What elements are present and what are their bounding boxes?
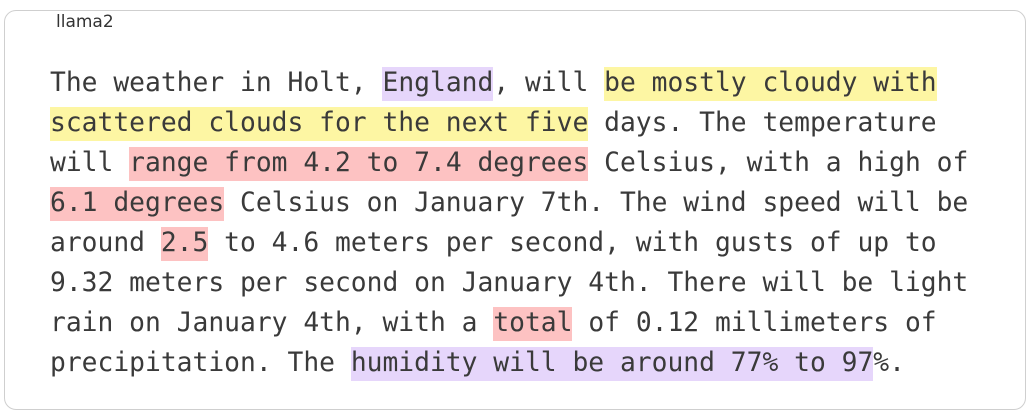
- text-segment: Celsius, with a high of: [588, 148, 969, 178]
- text-segment: , will: [493, 68, 605, 98]
- text-segment: %.: [873, 348, 905, 378]
- highlight-wind-speed: 2.5: [160, 227, 209, 261]
- card-label: llama2: [51, 12, 119, 32]
- highlight-humidity: humidity will be around 77% to 97: [350, 347, 874, 381]
- llama2-output-card: llama2 The weather in Holt, England, wil…: [4, 10, 1026, 410]
- highlight-location: England: [382, 67, 494, 101]
- highlight-total: total: [493, 307, 573, 341]
- text-segment: The weather in Holt,: [50, 68, 383, 98]
- highlight-temperature-range: range from 4.2 to 7.4 degrees: [129, 147, 589, 181]
- highlight-high-temperature: 6.1 degrees: [50, 187, 225, 221]
- weather-passage: The weather in Holt, England, will be mo…: [50, 63, 990, 383]
